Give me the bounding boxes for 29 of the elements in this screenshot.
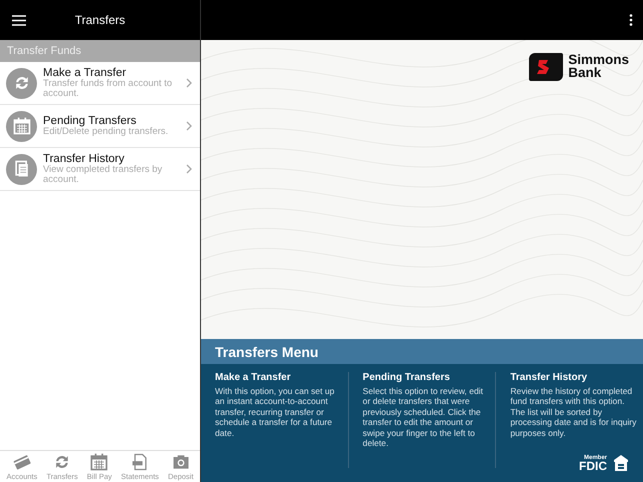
more-icon[interactable]: [629, 14, 633, 26]
chevron-icon: [186, 164, 192, 174]
column-text: Review the history of completed fund transfers with this option. The list will be sorted by processing date and is for inquiry purposes only.: [510, 386, 638, 438]
column-heading: Transfer History: [510, 372, 588, 383]
column-text: With this option, you can set up an instant account-to-account transfer, recurring transfer or schedule a transfer for a future date.: [215, 386, 336, 438]
chevron-icon: [186, 78, 192, 88]
panel-title: Transfers Menu: [201, 339, 643, 364]
transfer-menu-item[interactable]: Pending Transfers Edit/Delete pending transfers.: [0, 105, 200, 148]
calendar-badge-icon: [6, 110, 37, 142]
item-subtitle: Transfer funds from account to account.: [43, 78, 174, 100]
menu-icon[interactable]: [12, 14, 26, 26]
item-title: Pending Transfers: [43, 114, 138, 127]
chevron-icon: [186, 121, 192, 131]
transfer-menu-item[interactable]: Transfer History View completed transfers by account.: [0, 148, 200, 191]
document-badge-icon: [6, 154, 37, 184]
transfer-menu-item[interactable]: Make a Transfer Transfer funds from account to account.: [0, 62, 200, 105]
section-header: Transfer Funds: [0, 40, 200, 62]
column-heading: Make a Transfer: [215, 372, 292, 383]
item-subtitle: View completed transfers by account.: [43, 164, 164, 186]
sync-badge-icon: [6, 68, 37, 98]
column-heading: Pending Transfers: [362, 372, 451, 383]
calendar-icon: [89, 452, 110, 472]
screen-title: Transfers: [74, 13, 126, 27]
item-title: Transfer History: [43, 152, 126, 165]
item-title: Make a Transfer: [43, 66, 128, 79]
bank-logo: Simmons Bank: [529, 53, 629, 81]
item-subtitle: Edit/Delete pending transfers.: [43, 126, 170, 138]
house-icon: [613, 454, 629, 472]
column-text: Select this option to review, edit or delete transfers that were previously scheduled. Click the transfer to edit the amount or swipe your finger to the left to delete.: [362, 386, 484, 449]
